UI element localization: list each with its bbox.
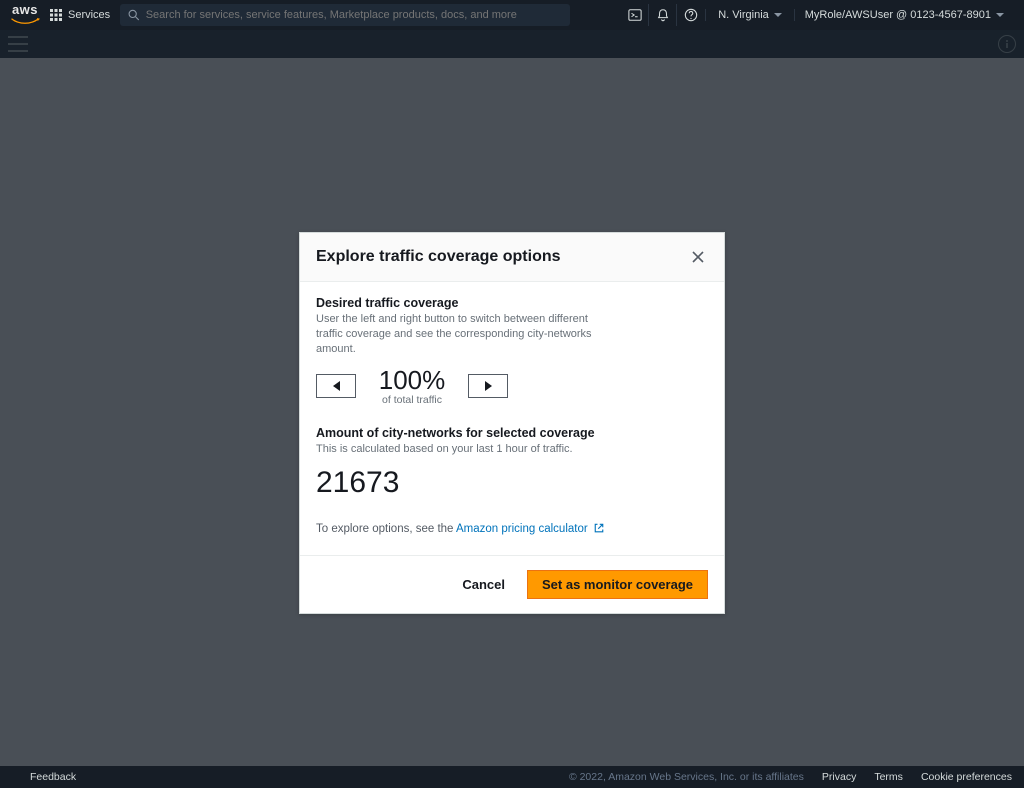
cloudshell-button[interactable]	[621, 4, 649, 26]
desired-coverage-section: Desired traffic coverage User the left a…	[316, 296, 708, 406]
city-networks-value: 21673	[316, 466, 708, 500]
desired-coverage-desc: User the left and right button to switch…	[316, 312, 606, 357]
caret-down-icon	[996, 13, 1004, 17]
region-label: N. Virginia	[718, 9, 769, 21]
help-icon	[684, 8, 698, 22]
coverage-value-display: 100% of total traffic	[372, 367, 452, 406]
help-button[interactable]	[677, 4, 705, 26]
coverage-sub: of total traffic	[372, 394, 452, 406]
coverage-increase-button[interactable]	[468, 374, 508, 398]
privacy-link[interactable]: Privacy	[822, 771, 856, 783]
cancel-button[interactable]: Cancel	[458, 571, 509, 598]
aws-logo-text: aws	[12, 5, 38, 14]
footer: Feedback © 2022, Amazon Web Services, In…	[0, 766, 1024, 788]
cloudshell-icon	[628, 8, 642, 22]
account-menu[interactable]: MyRole/AWSUser @ 0123-4567-8901	[795, 9, 1014, 21]
bell-icon	[656, 8, 670, 22]
pricing-calculator-link[interactable]: Amazon pricing calculator	[456, 523, 605, 535]
traffic-coverage-modal: Explore traffic coverage options Desired…	[299, 232, 725, 614]
top-nav: aws Services N. Virginia MyRole/AWSUser …	[0, 0, 1024, 30]
coverage-stepper: 100% of total traffic	[316, 367, 708, 406]
region-selector[interactable]: N. Virginia	[705, 9, 795, 21]
explore-prefix: To explore options, see the	[316, 523, 453, 535]
explore-options-row: To explore options, see the Amazon prici…	[316, 522, 708, 537]
grid-icon	[50, 9, 62, 21]
modal-header: Explore traffic coverage options	[300, 233, 724, 282]
notifications-button[interactable]	[649, 4, 677, 26]
desired-coverage-label: Desired traffic coverage	[316, 296, 708, 310]
modal-body: Desired traffic coverage User the left a…	[300, 282, 724, 555]
feedback-link[interactable]: Feedback	[30, 771, 76, 783]
modal-title: Explore traffic coverage options	[316, 248, 561, 266]
copyright-text: © 2022, Amazon Web Services, Inc. or its…	[569, 771, 804, 783]
caret-down-icon	[774, 13, 782, 17]
set-monitor-coverage-button[interactable]: Set as monitor coverage	[527, 570, 708, 599]
modal-footer: Cancel Set as monitor coverage	[300, 555, 724, 613]
services-menu[interactable]: Services	[50, 9, 110, 21]
pricing-calculator-label: Amazon pricing calculator	[456, 523, 588, 535]
triangle-left-icon	[333, 381, 340, 391]
search-icon	[128, 9, 140, 21]
search-input[interactable]	[146, 9, 562, 21]
modal-close-button[interactable]	[688, 247, 708, 267]
city-networks-desc: This is calculated based on your last 1 …	[316, 442, 708, 457]
aws-logo[interactable]: aws	[10, 5, 40, 24]
city-networks-section: Amount of city-networks for selected cov…	[316, 426, 708, 501]
city-networks-label: Amount of city-networks for selected cov…	[316, 426, 708, 440]
services-label: Services	[68, 9, 110, 21]
aws-smile-icon	[10, 17, 40, 25]
coverage-decrease-button[interactable]	[316, 374, 356, 398]
external-link-icon	[593, 522, 605, 537]
coverage-percent: 100%	[372, 367, 452, 393]
global-search[interactable]	[120, 4, 570, 26]
close-icon	[691, 250, 705, 264]
terms-link[interactable]: Terms	[874, 771, 903, 783]
triangle-right-icon	[485, 381, 492, 391]
cookie-preferences-link[interactable]: Cookie preferences	[921, 771, 1012, 783]
user-label: MyRole/AWSUser @ 0123-4567-8901	[805, 9, 991, 21]
